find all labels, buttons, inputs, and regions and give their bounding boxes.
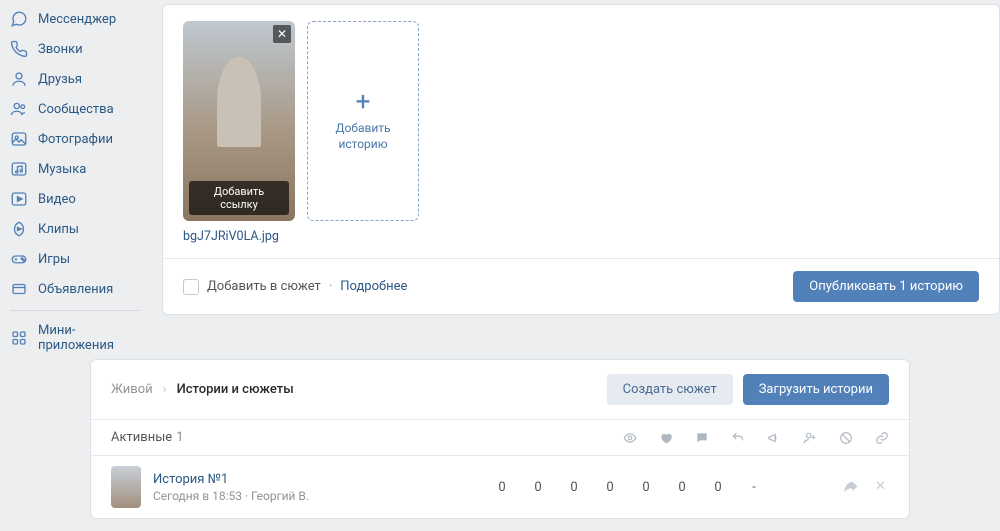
- plus-icon: +: [356, 89, 371, 115]
- add-to-plot-checkbox[interactable]: [183, 279, 199, 295]
- sidebar-item-label: Фотографии: [38, 132, 113, 147]
- add-story-button[interactable]: + Добавить историю: [307, 21, 419, 221]
- upload-stories-button[interactable]: Загрузить истории: [743, 374, 889, 405]
- stat-shares: 0: [639, 480, 653, 495]
- user-plus-icon: [803, 431, 817, 445]
- sidebar-item-label: Мессенджер: [38, 12, 116, 27]
- reply-icon: [731, 431, 745, 445]
- sidebar: Мессенджер Звонки Друзья Сообщества Фото…: [0, 4, 150, 359]
- sidebar-item-label: Объявления: [38, 282, 113, 297]
- user-icon: [10, 70, 28, 88]
- share-icon[interactable]: [843, 479, 859, 495]
- chevron-right-icon: ›: [163, 382, 167, 397]
- sidebar-item-calls[interactable]: Звонки: [0, 34, 150, 64]
- story-row-stats: 0 0 0 0 0 0 0 -: [495, 480, 821, 495]
- divider: [10, 310, 140, 311]
- sidebar-item-photos[interactable]: Фотографии: [0, 124, 150, 154]
- story-thumbnail[interactable]: ✕ Добавить ссылку: [183, 21, 295, 221]
- stories-manager-card: Живой › Истории и сюжеты Создать сюжет З…: [90, 359, 910, 519]
- story-row-thumbnail[interactable]: [111, 466, 141, 508]
- sidebar-item-label: Музыка: [38, 162, 86, 177]
- tag-icon: [10, 280, 28, 298]
- image-icon: [10, 130, 28, 148]
- stat-likes: 0: [531, 480, 545, 495]
- stat-header-icons: [623, 431, 889, 445]
- phone-icon: [10, 40, 28, 58]
- sidebar-item-games[interactable]: Игры: [0, 244, 150, 274]
- link-icon: [875, 431, 889, 445]
- video-icon: [10, 190, 28, 208]
- stat-views: 0: [495, 480, 509, 495]
- breadcrumb-current: Истории и сюжеты: [177, 382, 294, 397]
- sidebar-item-miniapps[interactable]: Мини-приложения: [0, 317, 150, 359]
- stories-row: ✕ Добавить ссылку + Добавить историю: [163, 5, 999, 229]
- publish-button[interactable]: Опубликовать 1 историю: [793, 271, 979, 302]
- clips-icon: [10, 220, 28, 238]
- story-row-title[interactable]: История №1: [153, 472, 323, 487]
- sidebar-item-friends[interactable]: Друзья: [0, 64, 150, 94]
- story-image-placeholder: [217, 57, 262, 147]
- breadcrumb-root[interactable]: Живой: [111, 382, 153, 397]
- stat-comments: 0: [567, 480, 581, 495]
- story-row-meta: История №1 Сегодня в 18:53 · Георгий В.: [153, 472, 323, 503]
- active-count: 1: [176, 430, 183, 445]
- sidebar-item-label: Друзья: [38, 72, 82, 87]
- stat-hides: 0: [711, 480, 725, 495]
- main-column: ✕ Добавить ссылку + Добавить историю bgJ…: [162, 4, 1000, 327]
- upload-footer: Добавить в сюжет · Подробнее Опубликоват…: [163, 258, 999, 314]
- breadcrumb-actions: Создать сюжет Загрузить истории: [607, 374, 889, 405]
- dot-separator: ·: [329, 279, 332, 294]
- chat-icon: [10, 10, 28, 28]
- sidebar-item-label: Клипы: [38, 222, 79, 237]
- add-story-label: Добавить историю: [335, 121, 390, 152]
- sidebar-item-label: Игры: [38, 252, 70, 267]
- story-row-subtitle: Сегодня в 18:53 · Георгий В.: [153, 489, 323, 503]
- sidebar-item-clips[interactable]: Клипы: [0, 214, 150, 244]
- gamepad-icon: [10, 250, 28, 268]
- add-to-plot-label: Добавить в сюжет: [207, 279, 321, 294]
- close-icon[interactable]: ✕: [273, 25, 291, 43]
- stat-subs: 0: [675, 480, 689, 495]
- sidebar-item-video[interactable]: Видео: [0, 184, 150, 214]
- breadcrumb: Живой › Истории и сюжеты Создать сюжет З…: [91, 360, 909, 419]
- create-plot-button[interactable]: Создать сюжет: [607, 374, 733, 405]
- sidebar-item-messenger[interactable]: Мессенджер: [0, 4, 150, 34]
- sidebar-item-label: Мини-приложения: [38, 323, 140, 353]
- story-upload-card: ✕ Добавить ссылку + Добавить историю bgJ…: [162, 4, 1000, 315]
- grid-icon: [10, 329, 28, 347]
- lower-section: Живой › Истории и сюжеты Создать сюжет З…: [90, 359, 910, 519]
- sidebar-item-communities[interactable]: Сообщества: [0, 94, 150, 124]
- story-row-actions: ✕: [843, 479, 889, 495]
- stat-links: -: [747, 480, 761, 495]
- active-section-header: Активные 1: [91, 419, 909, 456]
- story-row: История №1 Сегодня в 18:53 · Георгий В. …: [91, 456, 909, 518]
- sidebar-item-label: Звонки: [38, 42, 83, 57]
- comment-icon: [695, 431, 709, 445]
- music-icon: [10, 160, 28, 178]
- sidebar-item-label: Сообщества: [38, 102, 114, 117]
- delete-icon[interactable]: ✕: [875, 479, 889, 493]
- sidebar-item-label: Видео: [38, 192, 76, 207]
- active-label: Активные: [111, 430, 172, 445]
- heart-icon: [659, 431, 673, 445]
- megaphone-icon: [767, 431, 781, 445]
- filename-label: bgJ7JRiV0LA.jpg: [163, 229, 999, 258]
- users-icon: [10, 100, 28, 118]
- sidebar-item-music[interactable]: Музыка: [0, 154, 150, 184]
- eye-icon: [623, 431, 637, 445]
- stat-replies: 0: [603, 480, 617, 495]
- add-to-plot-row: Добавить в сюжет · Подробнее: [183, 279, 407, 295]
- add-link-ribbon[interactable]: Добавить ссылку: [189, 181, 289, 215]
- more-link[interactable]: Подробнее: [340, 279, 407, 294]
- sidebar-item-ads[interactable]: Объявления: [0, 274, 150, 304]
- ban-icon: [839, 431, 853, 445]
